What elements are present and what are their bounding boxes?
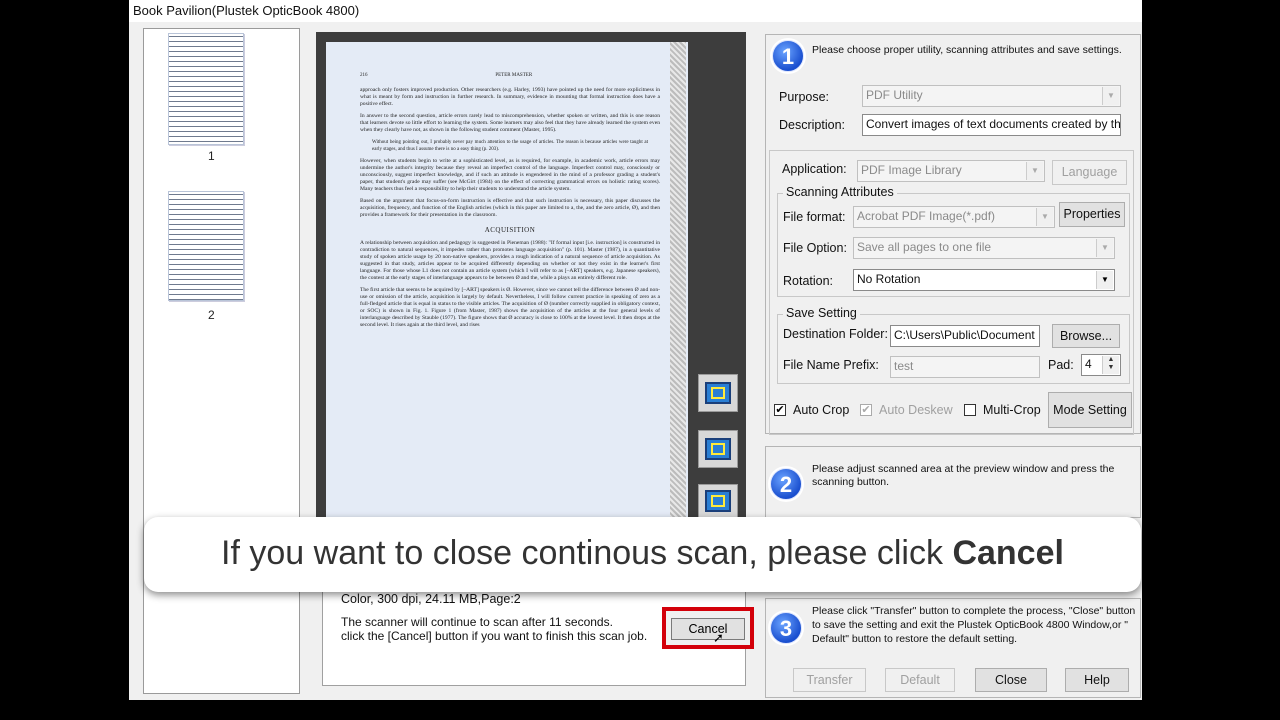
- rotation-label: Rotation:: [783, 274, 834, 288]
- chevron-down-icon: ▼: [1026, 162, 1043, 180]
- page-running-head: PETER MASTER: [495, 73, 533, 78]
- pad-label: Pad:: [1048, 358, 1074, 372]
- multi-crop-label: Multi-Crop: [983, 403, 1041, 417]
- caption-bold: Cancel: [952, 534, 1064, 572]
- application-select[interactable]: PDF Image Library ▼: [857, 160, 1045, 182]
- auto-crop-label: Auto Crop: [793, 403, 850, 417]
- page-paragraph: However, when students begin to write at…: [360, 158, 660, 192]
- file-name-prefix-label: File Name Prefix:: [783, 358, 879, 372]
- step-3-icon: 3: [770, 612, 802, 644]
- scan-message-line1: The scanner will continue to scan after …: [341, 615, 613, 629]
- pad-spinner[interactable]: 4 ▲ ▼: [1081, 354, 1121, 376]
- step-1-icon: 1: [772, 40, 804, 72]
- page-paragraph: A relationship between acquisition and p…: [360, 240, 660, 281]
- language-button[interactable]: Language: [1052, 160, 1127, 185]
- page-paragraph: Based on the argument that focus-on-form…: [360, 198, 660, 218]
- scanning-attributes-label: Scanning Attributes: [783, 185, 897, 199]
- file-format-label: File format:: [783, 210, 846, 224]
- page-edge: [670, 42, 686, 520]
- scan-info: Color, 300 dpi, 24.11 MB,Page:2: [341, 592, 521, 606]
- save-setting-label: Save Setting: [783, 306, 860, 320]
- rotate-right-icon: [705, 438, 731, 460]
- thumbnail-panel[interactable]: 1 2: [143, 28, 300, 694]
- properties-button[interactable]: Properties: [1059, 202, 1125, 227]
- file-format-select[interactable]: Acrobat PDF Image(*.pdf) ▼: [853, 206, 1055, 228]
- application-value: PDF Image Library: [861, 163, 962, 177]
- cancel-highlight: Cancel ➚: [662, 607, 754, 649]
- rotation-select[interactable]: No Rotation ▼: [853, 269, 1115, 291]
- destination-folder-label: Destination Folder:: [783, 327, 888, 341]
- tutorial-caption: If you want to close continous scan, ple…: [144, 517, 1141, 592]
- file-name-prefix-field[interactable]: test: [890, 356, 1040, 378]
- page-quote: Without being pointing out, I probably n…: [372, 140, 648, 152]
- file-option-value: Save all pages to one file: [857, 240, 992, 254]
- help-button[interactable]: Help: [1065, 668, 1129, 692]
- page-number: 216: [360, 73, 368, 78]
- spinner-arrows-icon: ▲ ▼: [1102, 356, 1119, 374]
- chevron-down-icon: ▼: [1102, 87, 1119, 105]
- step3-instruction-line3: Default" button to restore the default s…: [812, 633, 1018, 645]
- file-option-label: File Option:: [783, 241, 847, 255]
- destination-folder-field[interactable]: C:\Users\Public\Document: [890, 325, 1040, 347]
- thumbnail-label: 1: [208, 149, 215, 163]
- rotate-right-button[interactable]: [698, 430, 738, 468]
- chevron-down-icon: ▼: [1036, 208, 1053, 226]
- file-option-select[interactable]: Save all pages to one file ▼: [853, 237, 1115, 259]
- step2-instruction-line2: scanning button.: [812, 476, 890, 488]
- scan-message-line2: click the [Cancel] button if you want to…: [341, 629, 648, 643]
- chevron-down-icon: ▼: [1096, 239, 1113, 257]
- window-title: Book Pavilion(Plustek OpticBook 4800): [133, 3, 360, 18]
- description-label: Description:: [779, 118, 845, 132]
- thumbnail-page-2[interactable]: [168, 191, 244, 301]
- description-field[interactable]: Convert images of text documents created…: [862, 114, 1121, 136]
- rotate-left-button[interactable]: [698, 374, 738, 412]
- auto-deskew-label: Auto Deskew: [879, 403, 953, 417]
- mouse-cursor-icon: ➚: [713, 630, 724, 645]
- caption-text: If you want to close continous scan, ple…: [221, 534, 953, 572]
- rotate-left-icon: [705, 382, 731, 404]
- purpose-value: PDF Utility: [866, 88, 923, 102]
- thumbnail-label: 2: [208, 308, 215, 322]
- pad-value: 4: [1085, 357, 1092, 371]
- step3-instruction-line1: Please click "Transfer" button to comple…: [812, 605, 1136, 617]
- close-button[interactable]: Close: [975, 668, 1047, 692]
- step3-instruction-line2: to save the setting and exit the Plustek…: [812, 619, 1128, 631]
- file-format-value: Acrobat PDF Image(*.pdf): [857, 209, 996, 223]
- mode-setting-button[interactable]: Mode Setting: [1048, 392, 1132, 428]
- page-heading: ACQUISITION: [484, 226, 536, 234]
- page-paragraph: approach only fosters improved productio…: [360, 87, 660, 107]
- rotate-180-icon: [705, 490, 731, 512]
- application-label: Application:: [782, 162, 847, 176]
- purpose-select[interactable]: PDF Utility ▼: [862, 85, 1121, 107]
- rotate-180-button[interactable]: [698, 484, 738, 518]
- auto-crop-checkbox[interactable]: ✔: [774, 404, 786, 416]
- page-paragraph: The first article that seems to be acqui…: [360, 287, 660, 328]
- auto-deskew-checkbox[interactable]: ✔: [860, 404, 872, 416]
- cancel-button[interactable]: Cancel: [671, 618, 745, 640]
- thumbnail-page-1[interactable]: [168, 33, 244, 145]
- chevron-down-icon: ▼: [1096, 271, 1113, 289]
- transfer-button[interactable]: Transfer: [793, 668, 866, 692]
- rotation-value: No Rotation: [857, 272, 921, 286]
- step2-instruction-line1: Please adjust scanned area at the previe…: [812, 463, 1115, 475]
- step1-instruction: Please choose proper utility, scanning a…: [812, 44, 1122, 56]
- multi-crop-checkbox[interactable]: [964, 404, 976, 416]
- browse-button[interactable]: Browse...: [1052, 324, 1120, 348]
- step-2-icon: 2: [770, 468, 802, 500]
- page-paragraph: In answer to the second question, articl…: [360, 113, 660, 133]
- default-button[interactable]: Default: [885, 668, 955, 692]
- page-text: 216 PETER MASTER approach only fosters im…: [360, 72, 660, 334]
- purpose-label: Purpose:: [779, 90, 830, 104]
